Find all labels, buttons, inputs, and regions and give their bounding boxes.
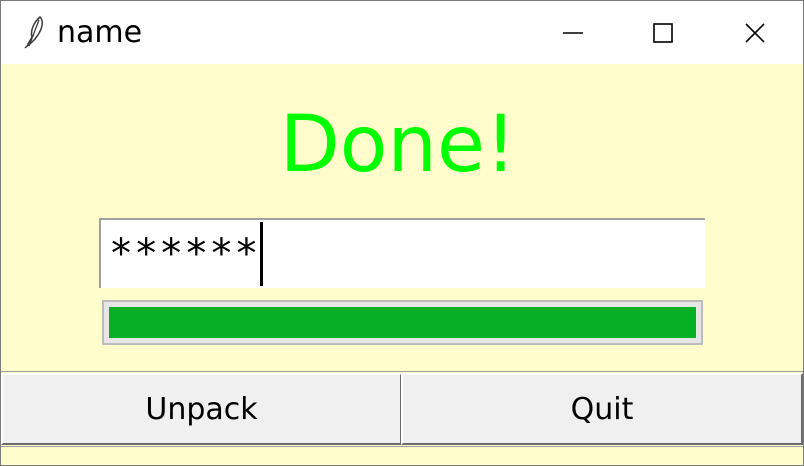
app-window: name Done! ****** Unpack Quit (0, 0, 804, 466)
maximize-icon (653, 22, 673, 43)
window-title: name (57, 15, 143, 50)
title-bar[interactable]: name (1, 1, 803, 64)
quit-button[interactable]: Quit (401, 373, 803, 445)
password-value: ****** (109, 231, 260, 277)
maximize-button[interactable] (617, 1, 709, 64)
progress-fill (109, 307, 696, 338)
minimize-button[interactable] (527, 1, 619, 64)
feather-icon (24, 15, 44, 49)
minimize-icon (563, 31, 583, 34)
status-label: Done! (279, 100, 517, 190)
progress-bar (102, 300, 703, 345)
password-entry[interactable]: ****** (99, 218, 705, 288)
text-caret (259, 222, 263, 286)
unpack-button[interactable]: Unpack (1, 373, 402, 445)
close-button[interactable] (709, 1, 801, 64)
close-icon (745, 22, 765, 43)
